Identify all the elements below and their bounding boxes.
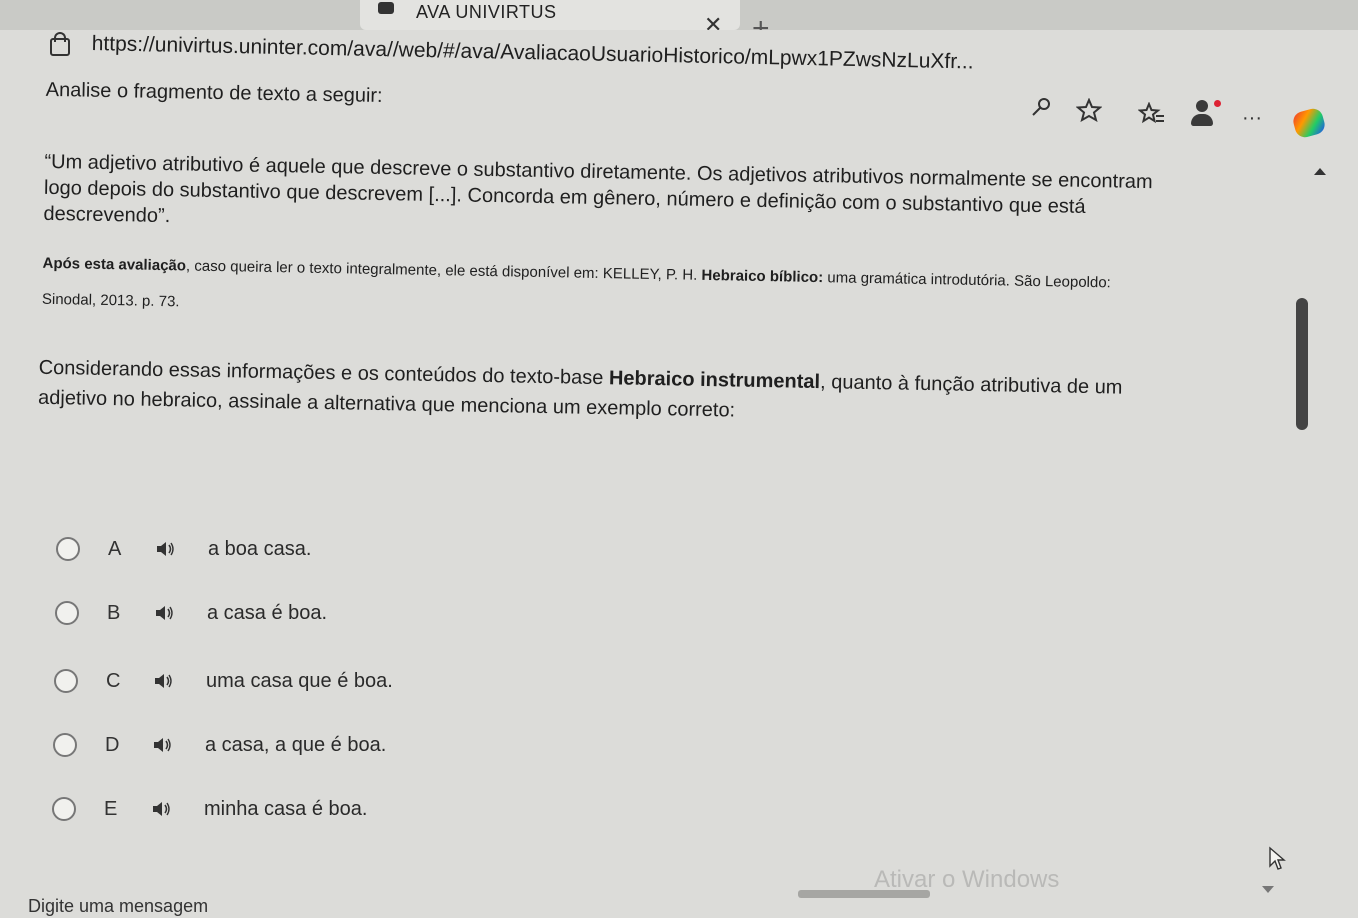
option-b[interactable]: B a casa é boa. xyxy=(55,598,327,628)
quote-block: “Um adjetivo atributivo é aquele que des… xyxy=(43,149,1274,250)
option-letter: C xyxy=(106,669,121,692)
tab-ava-univirtus[interactable]: ⌃ AVA UNIVIRTUS ✕ xyxy=(360,0,740,36)
option-e[interactable]: E minha casa é boa. xyxy=(52,794,367,824)
option-text: a casa, a que é boa. xyxy=(205,733,387,756)
option-letter: E xyxy=(104,797,118,820)
option-letter: B xyxy=(107,601,121,624)
speaker-icon[interactable] xyxy=(152,800,172,818)
radio-button[interactable] xyxy=(53,733,77,757)
source-book-bold: Hebraico bíblico: xyxy=(701,266,824,287)
speaker-icon[interactable] xyxy=(155,604,175,622)
source-city: Sinodal, 2013. p. 73. xyxy=(41,290,180,311)
univirtus-favicon-icon xyxy=(378,2,394,14)
source-lead-rest: , caso queira ler o texto integralmente,… xyxy=(185,257,702,284)
question-bold: Hebraico instrumental xyxy=(608,367,821,394)
speaker-icon[interactable] xyxy=(153,736,173,754)
radio-button[interactable] xyxy=(52,797,76,821)
option-letter: A xyxy=(108,537,122,560)
mouse-cursor-icon xyxy=(1269,846,1286,870)
scroll-down-arrow-icon[interactable] xyxy=(1262,886,1274,893)
speaker-icon[interactable] xyxy=(156,540,176,558)
option-letter: D xyxy=(105,733,120,756)
question-text: Considerando essas informações e os cont… xyxy=(38,353,1279,436)
radio-button[interactable] xyxy=(54,669,78,693)
question-part2: , quanto à função atributiva de um xyxy=(819,371,1123,399)
scroll-up-arrow-icon[interactable] xyxy=(1314,168,1326,175)
radio-button[interactable] xyxy=(55,601,79,625)
address-bar[interactable]: https://univirtus.uninter.com/ava//web/#… xyxy=(0,30,1358,78)
option-a[interactable]: A a boa casa. xyxy=(56,534,311,564)
option-text: uma casa que é boa. xyxy=(206,669,393,692)
page-content: Analise o fragmento de texto a seguir: “… xyxy=(0,78,1358,918)
browser-window: ⌃ AVA UNIVIRTUS ✕ + — ☐ ✕ https://univir… xyxy=(0,0,1358,918)
source-lead-bold: Após esta avaliação xyxy=(42,254,187,275)
source-book-rest: uma gramática introdutória. São Leopoldo… xyxy=(823,269,1111,292)
speaker-icon[interactable] xyxy=(154,672,174,690)
tab-title: AVA UNIVIRTUS xyxy=(416,2,557,22)
message-input[interactable]: Digite uma mensagem xyxy=(28,896,208,917)
vertical-scrollbar-thumb[interactable] xyxy=(1296,298,1308,430)
option-text: a casa é boa. xyxy=(207,601,328,624)
tab-strip: ⌃ AVA UNIVIRTUS ✕ + xyxy=(0,0,1358,44)
radio-button[interactable] xyxy=(56,537,80,561)
content-block: Analise o fragmento de texto a seguir: “… xyxy=(0,78,1358,918)
option-text: a boa casa. xyxy=(208,537,312,560)
url-field[interactable]: https://univirtus.uninter.com/ava//web/#… xyxy=(91,32,974,74)
intro-text: Analise o fragmento de texto a seguir: xyxy=(45,78,383,108)
option-text: minha casa é boa. xyxy=(204,797,368,820)
source-citation: Após esta avaliação, caso queira ler o t… xyxy=(42,255,1111,292)
option-d[interactable]: D a casa, a que é boa. xyxy=(53,730,386,760)
lock-icon[interactable] xyxy=(50,32,70,56)
chat-message-bar[interactable]: Digite uma mensagem xyxy=(0,894,1358,918)
option-c[interactable]: C uma casa que é boa. xyxy=(54,666,393,696)
